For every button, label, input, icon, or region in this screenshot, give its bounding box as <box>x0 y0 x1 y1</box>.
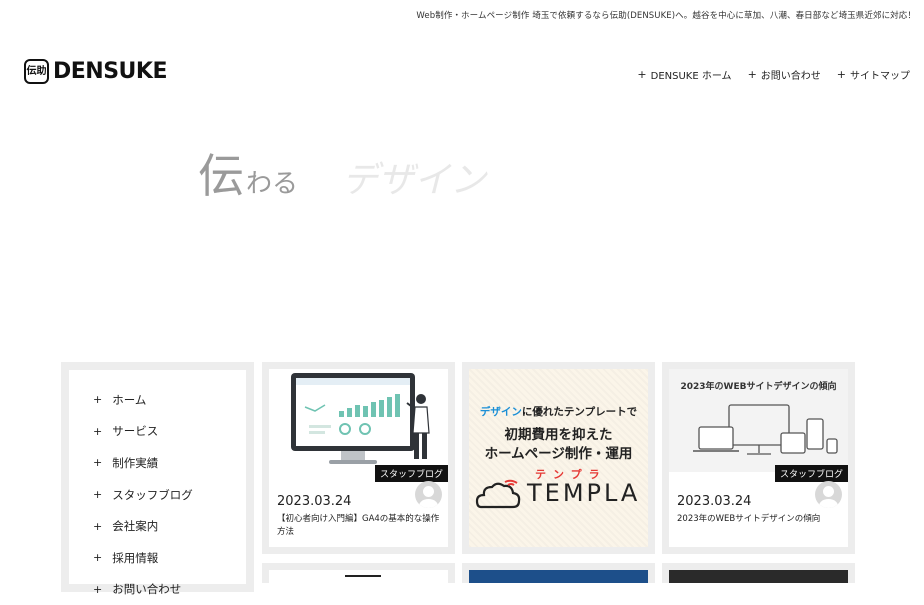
sidebar-menu: + ホーム + サービス + 制作実績 + スタッフブログ + 会社案内 + 採用情報 + お… <box>61 362 254 596</box>
category-badge[interactable]: スタッフブログ <box>374 465 448 482</box>
sidebar-item-label: お問い合わせ <box>112 582 182 597</box>
plus-icon: + <box>93 393 103 407</box>
sidebar-item-works[interactable]: + 制作実績 <box>93 447 230 479</box>
sidebar-item-label: スタッフブログ <box>112 487 193 502</box>
plus-icon: + <box>93 488 103 502</box>
blog-card-next-row[interactable] <box>662 563 855 583</box>
site-logo[interactable]: 伝助 DENSUKE <box>24 59 168 84</box>
logo-text: DENSUKE <box>53 59 168 84</box>
sidebar-item-label: 制作実績 <box>112 455 159 470</box>
sidebar-menu-inner: + ホーム + サービス + 制作実績 + スタッフブログ + 会社案内 + 採用情報 + お… <box>69 370 246 596</box>
nav-item-sitemap[interactable]: + サイトマップ <box>837 67 910 82</box>
sidebar-item-label: 採用情報 <box>112 550 159 565</box>
sidebar-item-label: サービス <box>112 424 159 439</box>
plus-icon: + <box>93 519 103 533</box>
hero-catchphrase: 伝わる デザイン <box>198 140 486 206</box>
templa-banner-inner: デザインに優れたテンプレートで 初期費用を抑えた ホームページ制作・運用 テンプ… <box>469 369 648 547</box>
post-title[interactable]: 2023年のWEBサイトデザインの傾向 <box>677 513 847 526</box>
hero-word-2: わる <box>246 169 299 199</box>
templa-line-1: デザインに優れたテンプレートで <box>479 406 638 418</box>
blog-card-thumbnail <box>269 369 448 472</box>
post-title[interactable]: 【初心者向け入門編】GA4の基本的な操作方法 <box>277 513 447 539</box>
nav-item-label: サイトマップ <box>850 71 910 82</box>
nav-item-contact[interactable]: + お問い合わせ <box>748 67 821 82</box>
templa-line-2: 初期費用を抑えた <box>504 427 613 443</box>
templa-logo-text: TEMPLA <box>527 479 641 507</box>
nav-item-label: DENSUKE ホーム <box>650 71 732 82</box>
sidebar-item-company[interactable]: + 会社案内 <box>93 510 230 542</box>
post-date: 2023.03.24 <box>677 494 752 509</box>
plus-icon: + <box>747 68 757 81</box>
blog-card[interactable]: 2023年のWEBサイトデザインの傾向 スタッフブログ 2023.03.24 2… <box>662 362 855 554</box>
author-avatar-icon <box>415 481 442 508</box>
blog-card-inner: 2023年のWEBサイトデザインの傾向 スタッフブログ 2023.03.24 2… <box>669 369 848 547</box>
plus-icon: + <box>93 582 103 596</box>
plus-icon: + <box>637 68 647 81</box>
blog-card[interactable]: スタッフブログ 2023.03.24 【初心者向け入門編】GA4の基本的な操作方… <box>262 362 455 554</box>
plus-icon: + <box>93 424 103 438</box>
sidebar-item-services[interactable]: + サービス <box>93 416 230 448</box>
post-date: 2023.03.24 <box>277 494 352 509</box>
site-tagline: Web制作・ホームページ制作 埼玉で依頼するなら伝助(DENSUKE)へ。越谷を… <box>416 11 916 21</box>
sidebar-item-recruit[interactable]: + 採用情報 <box>93 542 230 574</box>
logo-mark: 伝助 <box>24 59 49 84</box>
sidebar-item-staff-blog[interactable]: + スタッフブログ <box>93 479 230 511</box>
sidebar-item-label: 会社案内 <box>112 519 159 534</box>
blog-card-next-row[interactable] <box>462 563 655 583</box>
blog-card-next-row[interactable] <box>262 563 455 583</box>
hero-word-1: 伝 <box>198 149 244 203</box>
plus-icon: + <box>93 456 103 470</box>
templa-banner[interactable]: デザインに優れたテンプレートで 初期費用を抑えた ホームページ制作・運用 テンプ… <box>462 362 655 554</box>
sidebar-item-contact[interactable]: + お問い合わせ <box>93 574 230 605</box>
global-nav: + DENSUKE ホーム + お問い合わせ + サイトマップ <box>637 67 910 82</box>
sidebar-item-home[interactable]: + ホーム <box>93 384 230 416</box>
plus-icon: + <box>93 551 103 565</box>
analytics-illustration <box>291 373 430 464</box>
blog-card-inner: スタッフブログ 2023.03.24 【初心者向け入門編】GA4の基本的な操作方… <box>269 369 448 547</box>
nav-item-home[interactable]: + DENSUKE ホーム <box>637 67 731 82</box>
author-avatar-icon <box>815 481 842 508</box>
hero-word-3: デザイン <box>342 160 487 201</box>
blog-card-thumbnail: 2023年のWEBサイトデザインの傾向 <box>669 369 848 472</box>
category-badge[interactable]: スタッフブログ <box>774 465 848 482</box>
plus-icon: + <box>836 68 846 81</box>
sidebar-item-label: ホーム <box>112 392 147 407</box>
templa-line-3: ホームページ制作・運用 <box>484 446 633 462</box>
nav-item-label: お問い合わせ <box>760 71 821 82</box>
devices-illustration <box>693 404 838 455</box>
